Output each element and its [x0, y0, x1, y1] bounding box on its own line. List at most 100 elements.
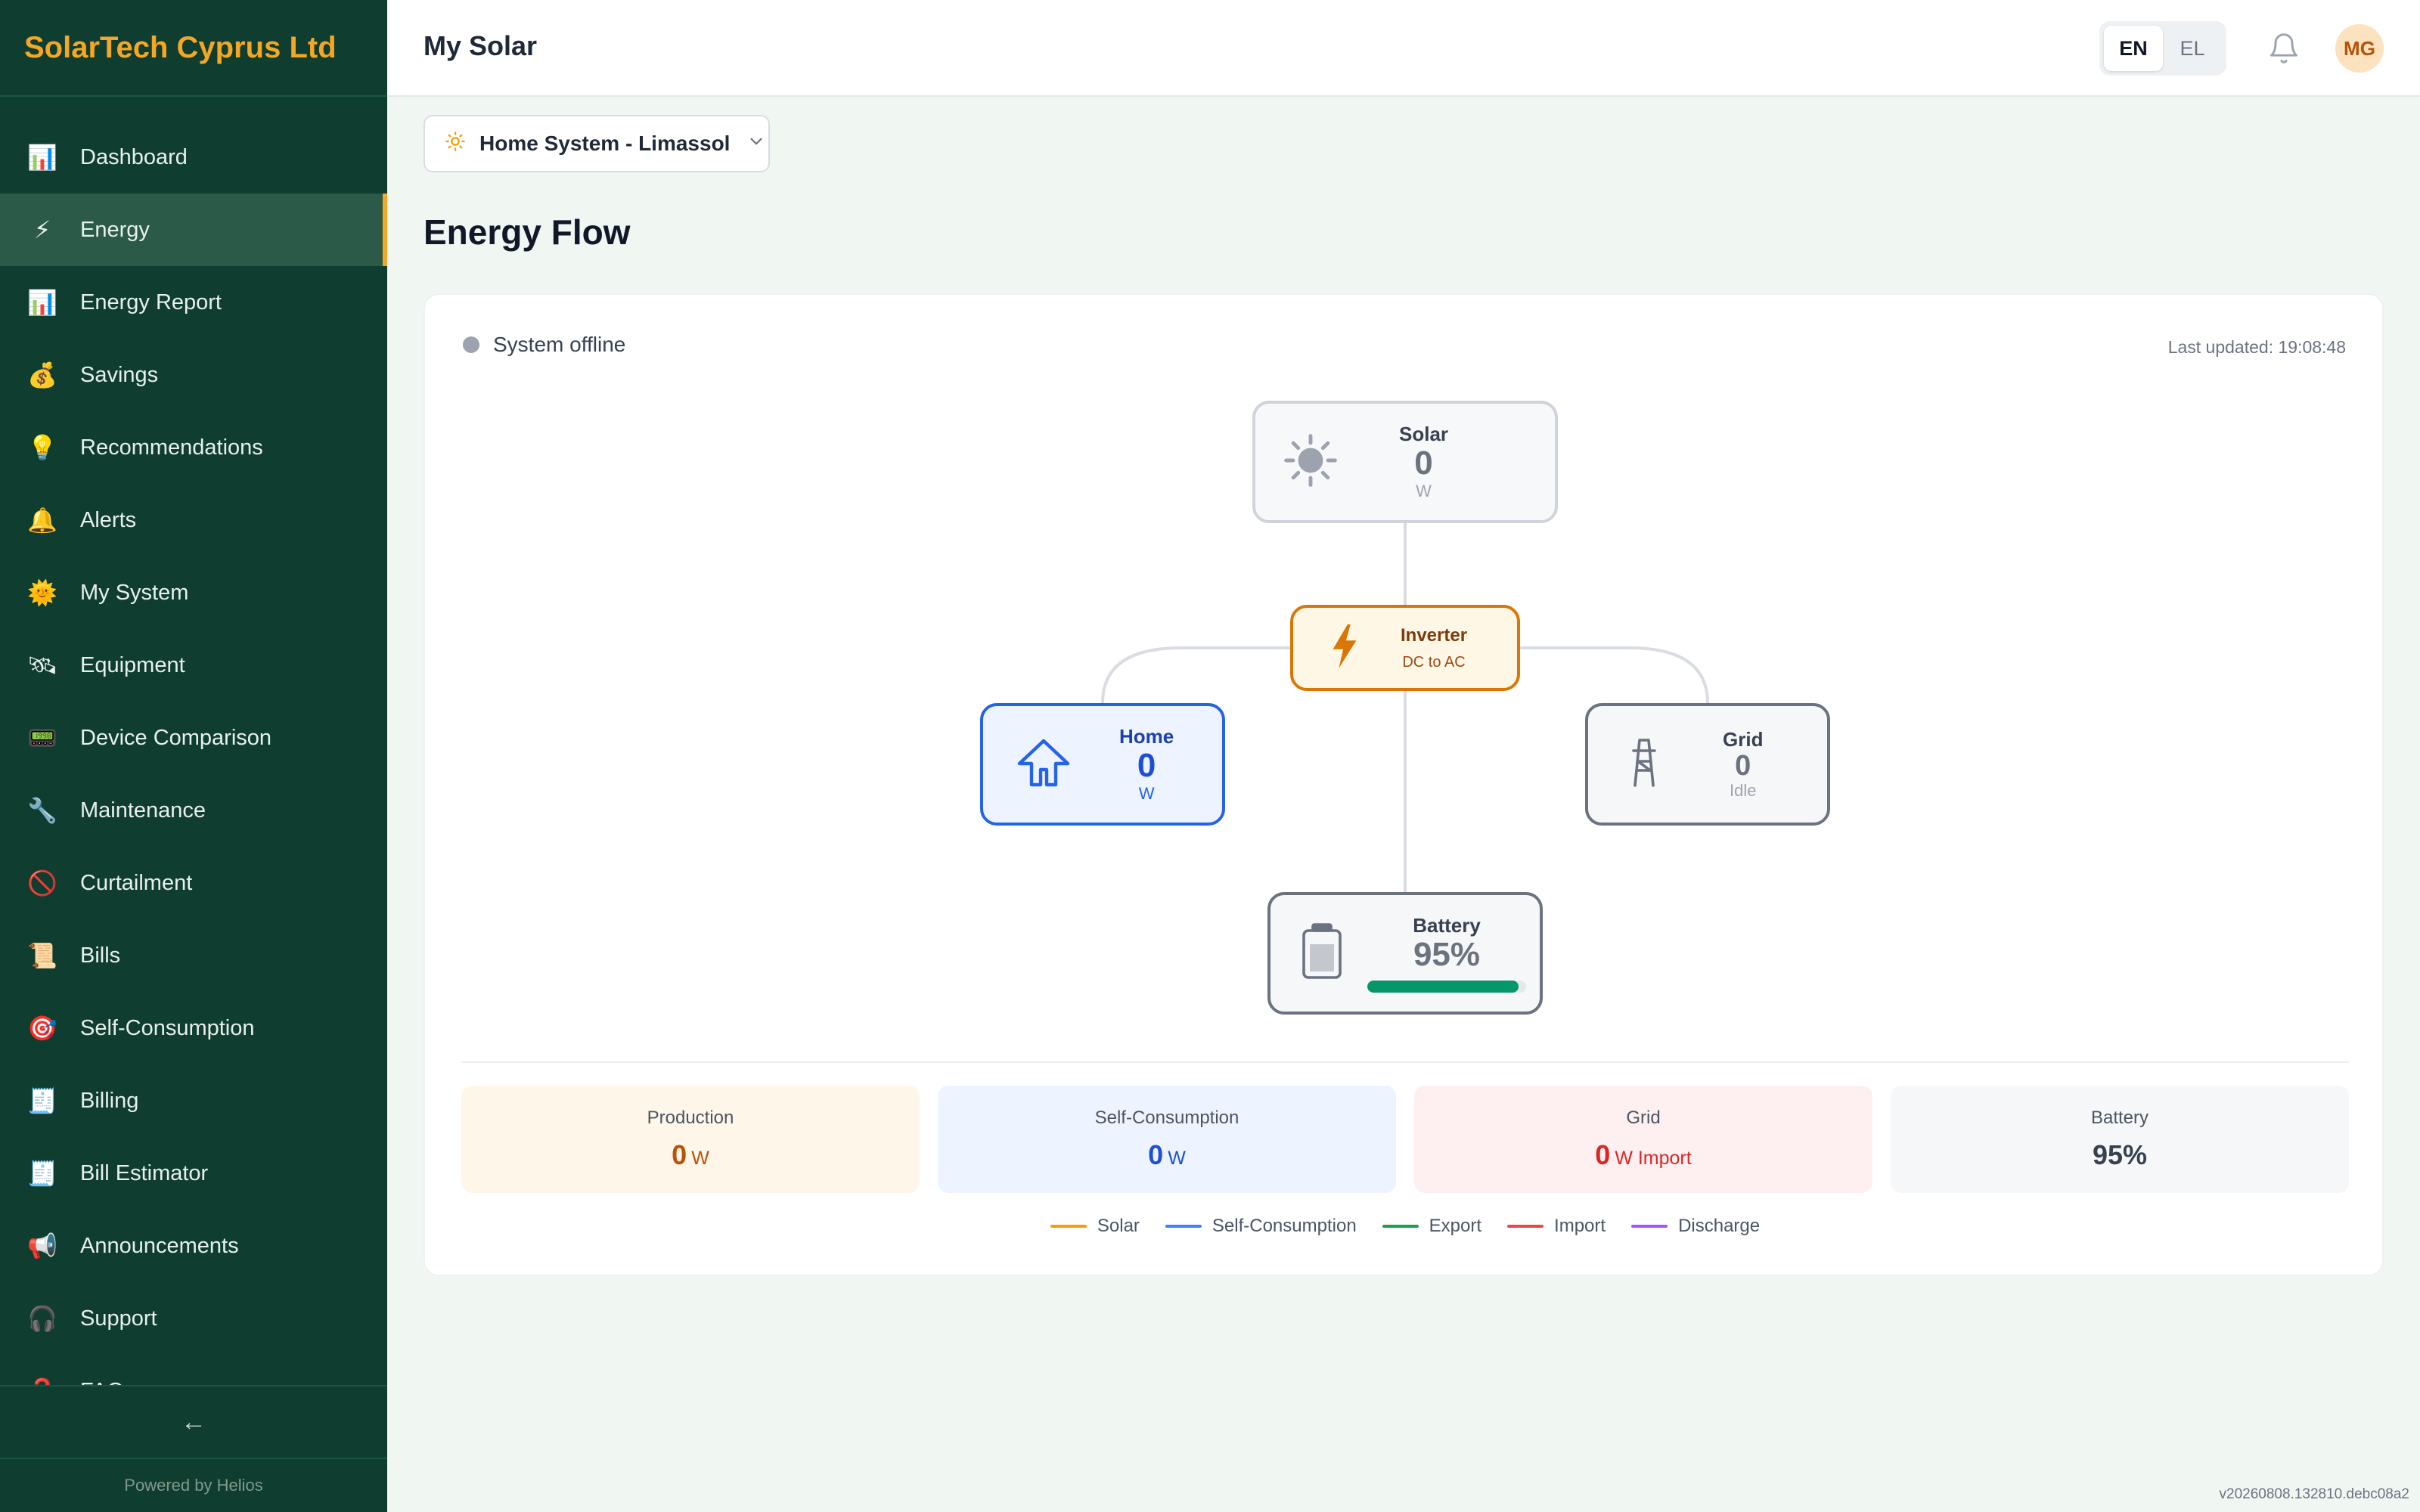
production-stat: Production 0W: [461, 1086, 920, 1193]
prohibited-icon: 🚫: [27, 869, 57, 897]
system-selector-dropdown[interactable]: Home System - Limassol: [424, 115, 770, 172]
sidebar-item-label: Maintenance: [80, 798, 206, 823]
grid-stat: Grid 0W Import: [1414, 1086, 1872, 1193]
sidebar-item-maintenance[interactable]: 🔧 Maintenance: [0, 774, 387, 847]
production-stat-unit: W: [691, 1148, 709, 1169]
sidebar-item-alerts[interactable]: 🔔 Alerts: [0, 484, 387, 556]
sidebar-item-self-consumption[interactable]: 🎯 Self-Consumption: [0, 992, 387, 1064]
battery-value: 95%: [1413, 936, 1481, 974]
sidebar-item-billing[interactable]: 🧾 Billing: [0, 1064, 387, 1137]
legend-swatch: [1507, 1225, 1544, 1228]
solar-label: Solar: [1399, 423, 1449, 446]
sidebar-item-label: Dashboard: [80, 144, 188, 169]
solar-unit: W: [1416, 481, 1432, 500]
target-icon: 🎯: [27, 1015, 57, 1042]
energy-flow-title: Energy Flow: [424, 212, 631, 252]
lightning-icon: [1329, 624, 1360, 672]
sidebar-item-label: Curtailment: [80, 870, 193, 895]
language-en-button[interactable]: EN: [2104, 26, 2163, 71]
legend-swatch: [1050, 1225, 1087, 1228]
sidebar-nav: 📊 Dashboard ⚡ Energy 📊 Energy Report 💰 Savings 💡…: [0, 121, 387, 1385]
bell-icon: 🔔: [27, 507, 57, 534]
legend-swatch: [1382, 1225, 1419, 1228]
battery-level-fill: [1367, 980, 1519, 993]
sidebar-item-curtailment[interactable]: 🚫 Curtailment: [0, 847, 387, 919]
solar-value: 0: [1414, 445, 1433, 482]
sidebar-item-label: Energy Report: [80, 290, 222, 314]
legend-label: Solar: [1097, 1216, 1140, 1236]
sidebar-item-energy[interactable]: ⚡ Energy: [0, 194, 387, 266]
production-stat-value: 0: [672, 1139, 687, 1170]
sidebar-item-my-system[interactable]: 🌞 My System: [0, 556, 387, 629]
home-node: Home 0 W: [980, 703, 1225, 826]
home-label: Home: [1119, 725, 1174, 748]
inverter-label: Inverter: [1401, 624, 1468, 646]
sidebar-item-label: My System: [80, 580, 189, 605]
sidebar-item-label: Announcements: [80, 1233, 239, 1258]
legend-item-solar: Solar: [1050, 1216, 1140, 1237]
sidebar-item-announcements[interactable]: 📢 Announcements: [0, 1210, 387, 1282]
legend-label: Self-Consumption: [1212, 1216, 1357, 1236]
battery-stat-value: 95%: [2092, 1139, 2148, 1170]
sidebar-item-device-comparison[interactable]: 📟 Device Comparison: [0, 702, 387, 774]
grid-value: 0: [1735, 749, 1751, 782]
sidebar-item-energy-report[interactable]: 📊 Energy Report: [0, 266, 387, 339]
sidebar-item-faq[interactable]: ❓ FAQ: [0, 1355, 387, 1386]
language-el-button[interactable]: EL: [2163, 26, 2222, 71]
sidebar-item-label: FAQ: [80, 1379, 124, 1386]
home-value: 0: [1137, 747, 1156, 785]
grid-stat-value: 0: [1595, 1139, 1611, 1170]
collapse-sidebar-button[interactable]: ←: [0, 1387, 387, 1459]
legend-label: Import: [1554, 1216, 1606, 1236]
sidebar-footer: ← Powered by Helios: [0, 1385, 387, 1512]
sun-icon: 🌞: [27, 579, 57, 606]
energy-flow-card: System offline Last updated: 19:08:48 So…: [424, 293, 2384, 1276]
sun-icon: [445, 131, 466, 157]
battery-stat: Battery 95%: [1891, 1086, 2349, 1193]
inverter-node: Inverter DC to AC: [1290, 605, 1520, 691]
megaphone-icon: 📢: [27, 1232, 57, 1259]
solar-node: Solar 0 W: [1252, 401, 1558, 523]
grid-stat-label: Grid: [1626, 1108, 1661, 1128]
sidebar-item-label: Support: [80, 1306, 157, 1331]
language-switcher: EN EL: [2099, 21, 2226, 76]
bar-chart-icon: 📊: [27, 289, 57, 316]
wrench-icon: 🔧: [27, 797, 57, 824]
sidebar-item-label: Alerts: [80, 507, 137, 532]
sidebar-item-label: Recommendations: [80, 435, 263, 460]
legend-label: Discharge: [1678, 1216, 1761, 1236]
sidebar-item-bill-estimator[interactable]: 🧾 Bill Estimator: [0, 1137, 387, 1210]
headphones-icon: 🎧: [27, 1305, 57, 1332]
sidebar-item-label: Savings: [80, 362, 159, 387]
legend-swatch: [1631, 1225, 1668, 1228]
sidebar-item-label: Device Comparison: [80, 725, 272, 750]
user-avatar[interactable]: MG: [2335, 24, 2384, 73]
sidebar-item-dashboard[interactable]: 📊 Dashboard: [0, 121, 387, 194]
sidebar: SolarTech Cyprus Ltd 📊 Dashboard ⚡ Energy 📊 E…: [0, 0, 387, 1512]
home-unit: W: [1138, 783, 1155, 803]
sidebar-item-label: Self-Consumption: [80, 1015, 255, 1040]
system-selector-label: Home System - Limassol: [479, 132, 731, 155]
self-consumption-stat-value: 0: [1148, 1139, 1164, 1170]
legend-swatch: [1165, 1225, 1202, 1228]
legend-item-self-consumption: Self-Consumption: [1165, 1216, 1357, 1237]
light-bulb-icon: 💡: [27, 434, 57, 461]
battery-label: Battery: [1413, 914, 1481, 937]
sidebar-item-savings[interactable]: 💰 Savings: [0, 339, 387, 411]
sidebar-item-label: Bill Estimator: [80, 1160, 209, 1185]
sidebar-item-label: Billing: [80, 1088, 139, 1113]
battery-icon: [1299, 922, 1345, 984]
battery-stat-label: Battery: [2090, 1108, 2149, 1128]
sidebar-item-support[interactable]: 🎧 Support: [0, 1282, 387, 1355]
money-bag-icon: 💰: [27, 361, 57, 389]
grid-label: Grid: [1723, 727, 1764, 751]
receipt-icon: 🧾: [27, 1087, 57, 1114]
sidebar-item-bills[interactable]: 📜 Bills: [0, 919, 387, 992]
divider: [461, 1061, 2349, 1063]
notifications-bell-icon[interactable]: [2263, 27, 2305, 70]
inverter-subtitle: DC to AC: [1402, 653, 1466, 671]
sidebar-item-equipment[interactable]: 🛰 Equipment: [0, 629, 387, 702]
sidebar-item-recommendations[interactable]: 💡 Recommendations: [0, 411, 387, 484]
sidebar-item-label: Bills: [80, 943, 121, 968]
arrow-up-icon: [1015, 738, 1072, 792]
